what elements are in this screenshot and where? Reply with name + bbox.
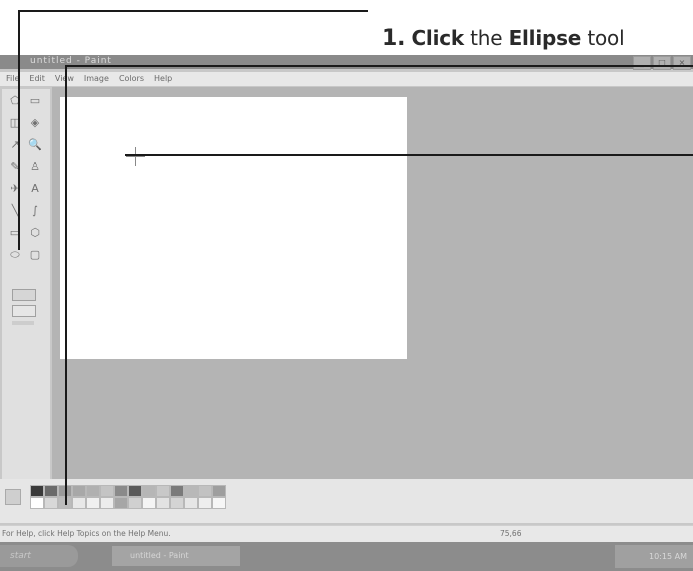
callout-line-cursor	[125, 154, 693, 156]
palette-swatch[interactable]	[72, 497, 86, 509]
callout-line-inner-left	[65, 65, 67, 505]
curve-icon[interactable]: ∫	[26, 203, 44, 219]
palette-swatch[interactable]	[44, 497, 58, 509]
callout-line-top	[18, 10, 368, 12]
airbrush-icon[interactable]: ✈	[6, 181, 24, 197]
paint-window: untitled - Paint _ □ × File Edit View Im…	[0, 55, 693, 571]
menu-bar: File Edit View Image Colors Help	[0, 72, 693, 86]
palette-swatch[interactable]	[142, 497, 156, 509]
callout-line-inner-top	[65, 65, 693, 67]
current-colors[interactable]	[5, 489, 21, 505]
color-palette-bar	[0, 479, 693, 523]
palette-swatch[interactable]	[198, 485, 212, 497]
system-tray: 10:15 AM	[615, 545, 693, 568]
palette-swatch[interactable]	[184, 497, 198, 509]
palette-swatch[interactable]	[170, 485, 184, 497]
free-select-icon[interactable]: ⬠	[6, 93, 24, 109]
polygon-icon[interactable]: ⬡	[26, 225, 44, 241]
drawing-canvas[interactable]	[60, 97, 407, 359]
palette-swatch[interactable]	[184, 485, 198, 497]
pick-color-icon[interactable]: ↗	[6, 137, 24, 153]
select-icon[interactable]: ▭	[26, 93, 44, 109]
palette-swatch[interactable]	[100, 497, 114, 509]
start-button[interactable]: start	[0, 545, 78, 567]
pencil-icon[interactable]: ✎	[6, 159, 24, 175]
palette-swatch[interactable]	[114, 497, 128, 509]
taskbar-item-paint[interactable]: untitled - Paint	[112, 546, 240, 566]
ellipse-icon[interactable]: ⬭	[6, 247, 24, 263]
canvas-workspace	[52, 87, 693, 479]
palette-swatch[interactable]	[212, 485, 226, 497]
step-mid: the	[470, 26, 503, 50]
fill-style-option[interactable]	[12, 305, 36, 317]
status-bar: For Help, click Help Topics on the Help …	[0, 525, 693, 542]
status-coordinates: 75,66	[500, 529, 522, 538]
taskbar: start untitled - Paint 10:15 AM	[0, 542, 693, 571]
menu-edit[interactable]: Edit	[29, 72, 45, 86]
palette-swatch[interactable]	[198, 497, 212, 509]
callout-line-left	[18, 10, 20, 250]
rounded-rect-icon[interactable]: ▢	[26, 247, 44, 263]
brush-icon[interactable]: ♙	[26, 159, 44, 175]
step-number: 1.	[382, 26, 406, 51]
crosshair-cursor-icon-h	[126, 156, 145, 157]
palette-swatch[interactable]	[114, 485, 128, 497]
fill-icon[interactable]: ◈	[26, 115, 44, 131]
line-width-option[interactable]	[12, 289, 36, 301]
step-end: tool	[587, 26, 625, 50]
palette-swatch[interactable]	[86, 497, 100, 509]
instruction-callout: 1. Click the Ellipse tool	[382, 26, 625, 51]
status-help-text: For Help, click Help Topics on the Help …	[2, 529, 171, 538]
palette-swatch[interactable]	[170, 497, 184, 509]
palette-swatch[interactable]	[156, 485, 170, 497]
palette-swatch[interactable]	[44, 485, 58, 497]
menu-image[interactable]: Image	[84, 72, 109, 86]
rectangle-icon[interactable]: ▭	[6, 225, 24, 241]
palette-swatch[interactable]	[156, 497, 170, 509]
palette-swatch[interactable]	[212, 497, 226, 509]
step-target: Ellipse	[508, 26, 582, 50]
palette-swatch[interactable]	[30, 485, 44, 497]
magnifier-icon[interactable]: 🔍	[26, 137, 44, 153]
palette-swatch[interactable]	[128, 497, 142, 509]
line-icon[interactable]: ╲	[6, 203, 24, 219]
instruction-area: 1. Click the Ellipse tool	[0, 0, 693, 52]
menu-colors[interactable]: Colors	[119, 72, 144, 86]
close-button[interactable]: ×	[673, 56, 691, 70]
toolbox: ⬠ ▭ ◫ ◈ ↗ 🔍 ✎ ♙ ✈ A ╲ ∫ ▭ ⬡ ⬭ ▢	[2, 89, 50, 489]
text-icon[interactable]: A	[26, 181, 44, 197]
menu-help[interactable]: Help	[154, 72, 172, 86]
palette-swatch[interactable]	[142, 485, 156, 497]
palette-swatch[interactable]	[86, 485, 100, 497]
palette-swatch[interactable]	[30, 497, 44, 509]
fill-style-option-2[interactable]	[12, 321, 34, 325]
maximize-button[interactable]: □	[653, 56, 671, 70]
palette-swatch[interactable]	[100, 485, 114, 497]
step-action: Click	[411, 26, 464, 50]
eraser-icon[interactable]: ◫	[6, 115, 24, 131]
minimize-button[interactable]: _	[633, 56, 651, 70]
palette-swatch[interactable]	[72, 485, 86, 497]
palette-swatch[interactable]	[128, 485, 142, 497]
